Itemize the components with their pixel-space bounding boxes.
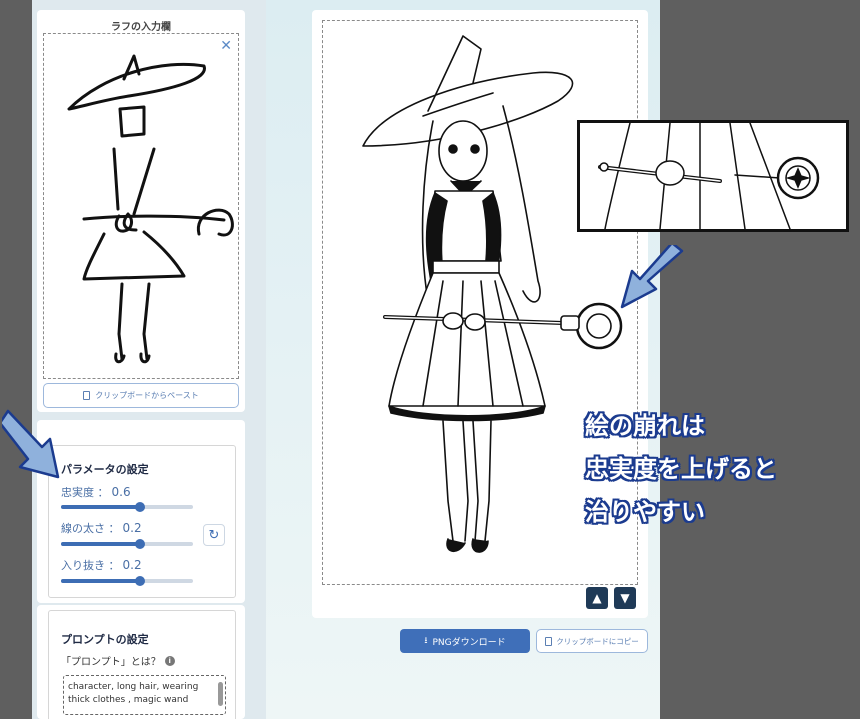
prompt-help-link[interactable]: 「プロンプト」とは？ i xyxy=(61,653,175,668)
line-width-value: 0.2 xyxy=(122,521,142,535)
parameters-title: パラメータの設定 xyxy=(61,463,149,476)
fidelity-value: 0.6 xyxy=(111,485,131,499)
annotation-arrow-down-right xyxy=(2,409,60,479)
annotation-line2: 忠実度を上げると xyxy=(585,455,777,483)
annotation-line3: 治りやすい xyxy=(585,498,705,526)
fidelity-label: 忠実度 ： 0.6 xyxy=(61,485,131,499)
copy-button-label: クリップボードにコピー xyxy=(556,636,639,646)
line-width-slider[interactable] xyxy=(61,539,193,549)
prompt-card: プロンプトの設定 「プロンプト」とは？ i character, long ha… xyxy=(37,605,245,719)
prompt-scrollbar[interactable] xyxy=(218,682,223,706)
taper-label: 入り抜き ： 0.2 xyxy=(61,558,142,572)
line-width-slider-thumb[interactable] xyxy=(135,539,146,549)
like-button[interactable]: ▲ xyxy=(586,587,608,609)
paste-from-clipboard-button[interactable]: クリップボードからペースト xyxy=(43,383,239,408)
png-download-label: PNGダウンロード xyxy=(432,637,506,648)
clipboard-icon xyxy=(83,391,91,400)
info-icon[interactable]: i xyxy=(164,655,175,666)
annotation-line1: 絵の崩れは xyxy=(585,412,705,440)
thumbs-up-icon: ▲ xyxy=(592,591,602,605)
refresh-icon: ↻ xyxy=(208,527,220,543)
taper-slider-thumb[interactable] xyxy=(135,576,146,586)
rough-sketch-canvas[interactable]: ✕ xyxy=(43,33,239,379)
prompt-textarea[interactable]: character, long hair, wearing thick clot… xyxy=(63,675,226,715)
png-download-button[interactable]: ⭳ PNGダウンロード xyxy=(400,629,530,653)
line-width-label: 線の太さ ： 0.2 xyxy=(61,521,142,535)
reset-parameters-button[interactable]: ↻ xyxy=(203,524,225,546)
prompt-text-line1: character, long hair, wearing xyxy=(68,682,199,692)
prompt-panel: プロンプトの設定 「プロンプト」とは？ i character, long ha… xyxy=(48,610,236,719)
prompt-title: プロンプトの設定 xyxy=(61,633,149,646)
parameters-panel: パラメータの設定 忠実度 ： 0.6 線の太さ ： 0.2 入り抜き ： 0.2 ↻ xyxy=(48,445,236,598)
taper-value: 0.2 xyxy=(122,558,142,572)
rough-sketch-drawing xyxy=(67,54,234,364)
paste-button-label: クリップボードからペースト xyxy=(95,391,199,400)
zoom-inset-drawing xyxy=(598,123,820,229)
prompt-text-line2: thick clothes , magic wand xyxy=(68,695,189,705)
fidelity-slider[interactable] xyxy=(61,502,193,512)
dislike-button[interactable]: ▼ xyxy=(614,587,636,609)
copy-to-clipboard-button[interactable]: クリップボードにコピー xyxy=(536,629,648,653)
rough-input-title: ラフの入力欄 xyxy=(111,22,171,33)
zoom-inset-staff xyxy=(577,120,849,232)
thumbs-down-icon: ▼ xyxy=(620,591,630,605)
download-icon: ⭳ xyxy=(424,636,428,646)
fidelity-slider-thumb[interactable] xyxy=(135,502,146,512)
annotation-arrow-down-left xyxy=(620,245,684,309)
rough-input-card: ラフの入力欄 ✕ クリップボードからペースト xyxy=(37,10,245,412)
taper-slider[interactable] xyxy=(61,576,193,586)
clipboard-icon xyxy=(545,636,553,646)
